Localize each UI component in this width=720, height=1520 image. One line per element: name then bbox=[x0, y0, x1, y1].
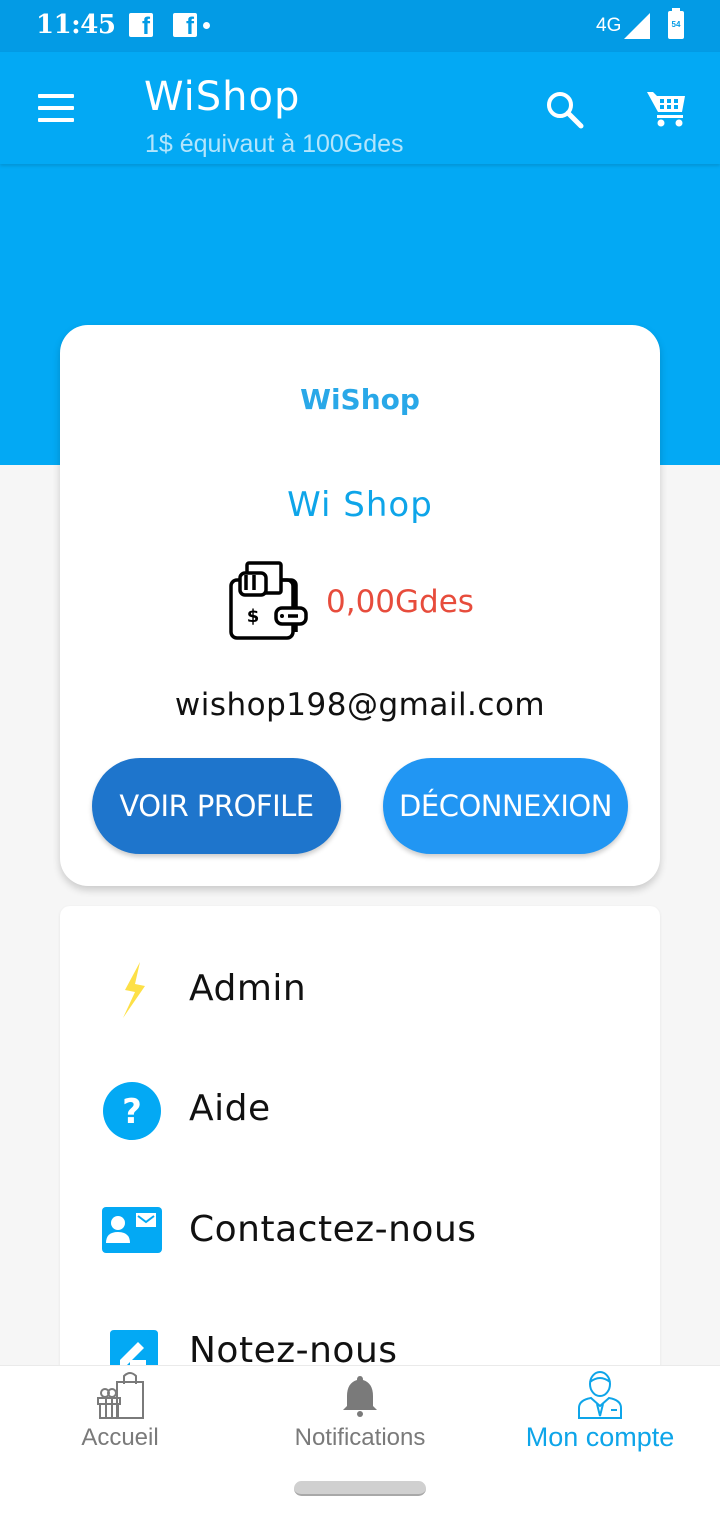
network-type: 4G bbox=[596, 15, 622, 36]
facebook-icon: f bbox=[129, 13, 153, 39]
menu-item-label: Contactez-nous bbox=[189, 1209, 477, 1250]
account-screen: 11:45 f f 4G 54 WiShop 1$ équivaut à 100… bbox=[0, 0, 720, 1520]
view-profile-button[interactable]: VOIR PROFILE bbox=[92, 758, 341, 854]
status-bar: 11:45 f f 4G 54 bbox=[0, 0, 720, 52]
menu-item-label: Aide bbox=[189, 1088, 271, 1129]
bell-icon bbox=[343, 1376, 377, 1417]
nav-tab-home[interactable]: Accueil bbox=[0, 1366, 240, 1461]
lightning-icon bbox=[123, 962, 145, 1018]
shop-name: Wi Shop bbox=[287, 485, 433, 525]
nav-label: Mon compte bbox=[525, 1422, 675, 1452]
contact-card-icon bbox=[102, 1207, 162, 1253]
exchange-rate: 1$ équivaut à 100Gdes bbox=[145, 130, 404, 158]
bottom-navigation: Accueil Notifications Mon compte bbox=[0, 1365, 720, 1520]
menu-item-help[interactable]: ? Aide bbox=[60, 1058, 660, 1158]
nav-tab-account[interactable]: Mon compte bbox=[480, 1366, 720, 1461]
account-user-icon bbox=[578, 1371, 622, 1419]
menu-item-label: Admin bbox=[189, 968, 307, 1009]
search-icon[interactable] bbox=[545, 90, 585, 130]
nav-tab-notifications[interactable]: Notifications bbox=[240, 1366, 480, 1461]
wallet-balance: 0,00Gdes bbox=[326, 584, 474, 620]
svg-text:?: ? bbox=[122, 1092, 142, 1132]
account-menu: Admin ? Aide Contactez-nous Notez-nous bbox=[60, 906, 660, 1426]
nav-label: Notifications bbox=[294, 1424, 426, 1451]
wallet-icon: $ bbox=[229, 561, 308, 640]
cart-icon[interactable] bbox=[645, 88, 687, 128]
facebook-icon: f bbox=[173, 13, 197, 39]
home-indicator[interactable] bbox=[294, 1481, 426, 1496]
notification-dot-icon bbox=[203, 22, 210, 29]
svg-text:$: $ bbox=[247, 606, 260, 627]
battery-level: 54 bbox=[671, 20, 681, 29]
help-icon: ? bbox=[103, 1082, 161, 1140]
menu-item-admin[interactable]: Admin bbox=[60, 938, 660, 1038]
nav-label: Accueil bbox=[81, 1424, 159, 1451]
menu-icon[interactable] bbox=[36, 94, 76, 122]
shopping-gift-icon bbox=[97, 1372, 144, 1419]
profile-card: WiShop Wi Shop $ 0,00Gdes wishop198@gmai… bbox=[60, 325, 660, 886]
wallet-balance-row: $ 0,00Gdes bbox=[228, 560, 474, 644]
shop-logo: WiShop bbox=[300, 383, 420, 416]
signal-icon bbox=[624, 13, 650, 39]
user-email: wishop198@gmail.com bbox=[174, 687, 546, 723]
app-title: WiShop bbox=[144, 74, 301, 120]
app-bar: WiShop 1$ équivaut à 100Gdes bbox=[0, 52, 720, 164]
battery-icon: 54 bbox=[668, 8, 684, 39]
status-time: 11:45 bbox=[36, 10, 116, 40]
logout-button[interactable]: DÉCONNEXION bbox=[383, 758, 628, 854]
menu-item-contact[interactable]: Contactez-nous bbox=[60, 1179, 660, 1279]
